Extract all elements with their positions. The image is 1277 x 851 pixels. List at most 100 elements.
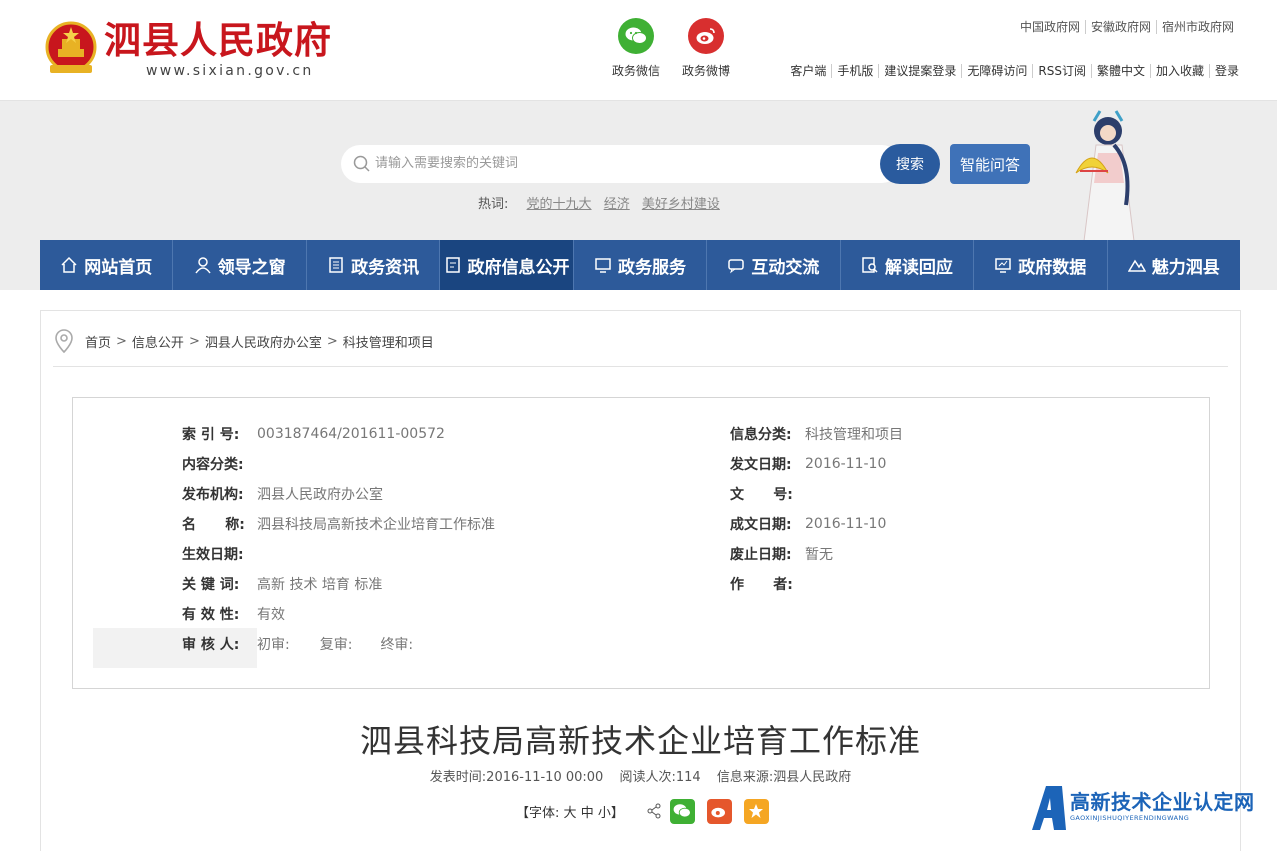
link-accessibility[interactable]: 无障碍访问 — [961, 64, 1033, 78]
nav-label: 互动交流 — [751, 257, 820, 278]
nav-label: 政务资讯 — [351, 257, 420, 278]
article-views: 阅读人次:114 — [619, 770, 701, 785]
share-icon[interactable] — [646, 803, 662, 819]
search-icon — [353, 155, 370, 172]
watermark-subtext: GAOXINJISHUQIYERENDINGWANG — [1070, 814, 1190, 822]
nav-info-disclosure[interactable]: 政府信息公开 — [440, 240, 574, 290]
share-wechat-icon[interactable] — [669, 798, 695, 824]
nav-label: 网站首页 — [84, 257, 153, 278]
meta-issue-date: 发文日期: 2016-11-10 — [730, 456, 887, 473]
wechat-icon — [618, 18, 654, 54]
share-weibo-icon[interactable] — [706, 798, 732, 824]
link-anhui-gov[interactable]: 安徽政府网 — [1084, 20, 1156, 34]
article-published: 发表时间:2016-11-10 00:00 — [429, 770, 604, 785]
meta-content-type: 内容分类: — [182, 457, 244, 473]
link-suzhou-gov[interactable]: 宿州市政府网 — [1155, 20, 1239, 34]
breadcrumb-office[interactable]: 泗县人民政府办公室 — [205, 332, 322, 351]
article-tools: 【字体: 大 中 小】 — [516, 798, 769, 824]
meta-author: 作 者: — [730, 577, 793, 593]
nav-label: 领导之窗 — [217, 257, 286, 278]
nav-services[interactable]: 政务服务 — [574, 240, 708, 290]
hot-word-link[interactable]: 党的十九大 — [527, 197, 592, 212]
opera-figure-illustration — [1075, 110, 1135, 241]
hot-word-link[interactable]: 美好乡村建设 — [642, 197, 720, 212]
meta-effective-date: 生效日期: — [182, 547, 244, 563]
utility-links: 客户端 手机版 建议提案登录 无障碍访问 RSS订阅 繁體中文 加入收藏 登录 — [785, 62, 1244, 79]
link-client[interactable]: 客户端 — [785, 64, 831, 78]
search-button[interactable]: 搜索 — [880, 144, 940, 184]
meta-validity: 有 效 性: 有效 — [182, 607, 285, 623]
nav-interpretation[interactable]: 解读回应 — [841, 240, 975, 290]
person-icon — [195, 257, 211, 274]
favorite-star-icon[interactable] — [743, 798, 769, 824]
weibo-label: 政务微博 — [681, 64, 730, 78]
mountain-icon — [1127, 259, 1146, 272]
meta-expire-date: 废止日期: 暂无 — [730, 547, 833, 563]
watermark-text: 高新技术企业认定网 — [1070, 790, 1255, 814]
chat-icon — [728, 259, 745, 274]
watermark-a-icon — [1032, 786, 1066, 830]
nav-label: 政务服务 — [617, 257, 686, 278]
site-title[interactable]: 泗县人民政府 — [104, 18, 332, 62]
font-large-link[interactable]: 大 — [564, 806, 577, 821]
chart-icon — [995, 258, 1012, 273]
nav-gov-data[interactable]: 政府数据 — [974, 240, 1108, 290]
wechat-label: 政务微信 — [611, 64, 660, 78]
article-title: 泗县科技局高新技术企业培育工作标准 — [359, 722, 921, 760]
monitor-icon — [595, 258, 611, 273]
breadcrumb-category[interactable]: 科技管理和项目 — [343, 332, 434, 351]
meta-doc-no: 文 号: — [730, 487, 793, 503]
top-links: 中国政府网 安徽政府网 宿州市政府网 — [1015, 18, 1239, 35]
search-doc-icon — [862, 257, 878, 273]
meta-reviewer: 审 核 人: 初审: 复审: 终审: — [182, 634, 413, 654]
ai-qa-button[interactable]: 智能问答 — [950, 144, 1030, 184]
breadcrumb-home[interactable]: 首页 — [85, 332, 111, 351]
search-input[interactable] — [373, 154, 877, 171]
reviewer-first: 初审: — [257, 637, 290, 653]
nav-leaders[interactable]: 领导之窗 — [173, 240, 307, 290]
divider — [53, 366, 1228, 367]
watermark-logo: 高新技术企业认定网 GAOXINJISHUQIYERENDINGWANG — [1030, 778, 1277, 837]
link-mobile[interactable]: 手机版 — [831, 64, 879, 78]
news-icon — [329, 257, 343, 273]
hot-words: 热词: 党的十九大 经济 美好乡村建设 — [478, 193, 720, 212]
hot-word-link[interactable]: 经济 — [604, 197, 630, 212]
national-emblem-icon — [45, 21, 97, 73]
reviewer-final: 终审: — [380, 637, 414, 653]
document-metadata: 索 引 号: 003187464/201611-00572 信息分类: 科技管理和项… — [72, 397, 1210, 689]
nav-interaction[interactable]: 互动交流 — [707, 240, 841, 290]
meta-name: 名 称: 泗县科技局高新技术企业培育工作标准 — [182, 517, 495, 533]
meta-publisher: 发布机构: 泗县人民政府办公室 — [182, 487, 383, 503]
link-add-favorite[interactable]: 加入收藏 — [1149, 64, 1209, 78]
nav-charm[interactable]: 魅力泗县 — [1108, 240, 1240, 290]
wechat-link[interactable]: 政务微信 — [601, 18, 671, 79]
link-central-gov[interactable]: 中国政府网 — [1015, 20, 1085, 34]
site-url: www.sixian.gov.cn — [146, 63, 314, 79]
font-medium-link[interactable]: 中 — [581, 806, 594, 821]
site-header: 泗县人民政府 www.sixian.gov.cn 政务微信 政务微博 中国政府网… — [0, 0, 1277, 101]
nav-label: 魅力泗县 — [1151, 257, 1220, 278]
nav-label: 解读回应 — [884, 257, 953, 278]
nav-home[interactable]: 网站首页 — [40, 240, 174, 290]
link-rss[interactable]: RSS订阅 — [1032, 64, 1091, 78]
main-nav: 网站首页 领导之窗 政务资讯 政府信息公开 政务服务 互动交流 解读回应 政府数… — [40, 240, 1240, 290]
article-source: 信息来源:泗县人民政府 — [716, 770, 852, 785]
breadcrumb-info-disclosure[interactable]: 信息公开 — [132, 332, 184, 351]
nav-label: 政府数据 — [1018, 257, 1087, 278]
link-login[interactable]: 登录 — [1208, 64, 1244, 78]
font-small-link[interactable]: 小 — [598, 806, 611, 821]
meta-keywords: 关 键 词: 高新 技术 培育 标准 — [182, 577, 383, 593]
weibo-icon — [688, 18, 724, 54]
reviewer-second: 复审: — [319, 637, 353, 653]
home-icon — [61, 256, 77, 273]
nav-news[interactable]: 政务资讯 — [307, 240, 441, 290]
meta-category: 信息分类: 科技管理和项目 — [730, 427, 903, 443]
hot-words-label: 热词: — [478, 197, 509, 212]
link-proposal-login[interactable]: 建议提案登录 — [878, 64, 962, 78]
location-pin-icon — [55, 329, 73, 354]
breadcrumb: 首页 > 信息公开 > 泗县人民政府办公室 > 科技管理和项目 — [53, 326, 434, 356]
search-box[interactable] — [341, 145, 901, 183]
weibo-link[interactable]: 政务微博 — [671, 18, 741, 79]
content-panel: 首页 > 信息公开 > 泗县人民政府办公室 > 科技管理和项目 索 引 号: 00318… — [40, 310, 1241, 851]
link-traditional-chinese[interactable]: 繁體中文 — [1090, 64, 1150, 78]
